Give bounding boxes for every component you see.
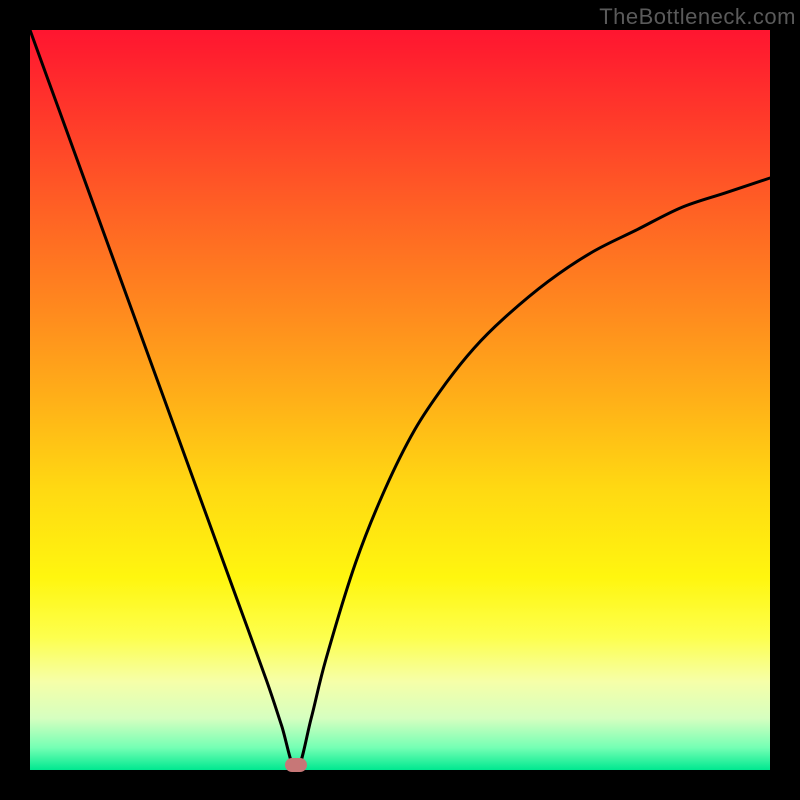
watermark-text: TheBottleneck.com bbox=[599, 4, 796, 30]
plot-area bbox=[30, 30, 770, 770]
optimal-marker bbox=[285, 758, 307, 772]
chart-frame: TheBottleneck.com bbox=[0, 0, 800, 800]
bottleneck-curve bbox=[30, 30, 770, 770]
